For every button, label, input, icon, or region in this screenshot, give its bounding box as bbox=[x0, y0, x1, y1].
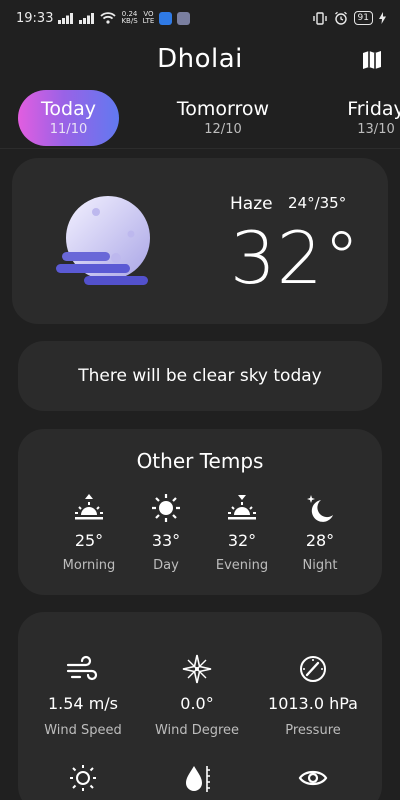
temp-value: 25° bbox=[74, 531, 104, 550]
detail-visibility bbox=[252, 764, 374, 792]
tab-friday[interactable]: Friday 13/10 bbox=[336, 90, 400, 146]
data-rate: 0.24 KB/S bbox=[121, 10, 138, 25]
other-temps-title: Other Temps bbox=[136, 449, 264, 473]
tab-date: 11/10 bbox=[49, 122, 88, 137]
detail-label: Wind Degree bbox=[154, 723, 240, 738]
temp-label: Night bbox=[302, 558, 338, 573]
tab-tomorrow[interactable]: Tomorrow 12/10 bbox=[162, 90, 284, 146]
other-temps-card: Other Temps 25° Morning 33° Day 32° Even… bbox=[18, 429, 382, 595]
alarm-icon bbox=[334, 11, 347, 25]
detail-label: Pressure bbox=[285, 723, 341, 738]
wifi-icon bbox=[100, 12, 117, 24]
day-tabs: Today 11/10 Tomorrow 12/10 Friday 13/10 bbox=[0, 90, 400, 146]
detail-wind-speed: 1.54 m/s Wind Speed bbox=[22, 654, 144, 738]
sunset-icon bbox=[228, 495, 256, 520]
condition-label: Haze bbox=[230, 194, 273, 214]
status-bar: 19:33 0.24 KB/S VO LTE 91 bbox=[0, 0, 400, 36]
detail-humidity bbox=[136, 764, 258, 794]
divider bbox=[0, 148, 400, 149]
detail-wind-degree: 0.0° Wind Degree bbox=[136, 654, 258, 738]
compass-rose-icon bbox=[182, 654, 212, 684]
signal-icon bbox=[79, 12, 95, 24]
temp-label: Day bbox=[153, 558, 179, 573]
tab-date: 12/10 bbox=[204, 122, 242, 137]
sun-icon bbox=[70, 765, 96, 791]
humidity-drop-icon bbox=[186, 766, 210, 792]
sun-icon bbox=[152, 494, 180, 522]
temp-night: 28° Night bbox=[278, 493, 362, 573]
temp-range: 24°/35° bbox=[288, 194, 347, 212]
temp-day: 33° Day bbox=[124, 493, 208, 573]
volte-indicator: VO LTE bbox=[142, 10, 155, 25]
temp-value: 28° bbox=[305, 531, 335, 550]
app-notification-icon bbox=[177, 11, 191, 25]
vibrate-icon bbox=[312, 11, 327, 25]
moon-stars-icon bbox=[307, 495, 333, 522]
tab-label: Tomorrow bbox=[176, 98, 270, 120]
temp-evening: 32° Evening bbox=[200, 493, 284, 573]
signal-icon bbox=[58, 12, 74, 24]
weather-description-card: There will be clear sky today bbox=[18, 341, 382, 411]
detail-value: 1.54 m/s bbox=[47, 694, 119, 713]
app-notification-icon bbox=[159, 11, 173, 25]
wind-icon bbox=[66, 655, 98, 681]
battery-indicator: 91 bbox=[353, 11, 373, 25]
charging-bolt-icon bbox=[379, 12, 386, 24]
weather-description: There will be clear sky today bbox=[78, 366, 322, 386]
current-weather-card: Haze 24°/35° 32° bbox=[12, 158, 388, 324]
gauge-icon bbox=[300, 656, 326, 682]
current-temperature: 32° bbox=[230, 216, 361, 300]
temp-label: Evening bbox=[215, 558, 269, 573]
status-time: 19:33 bbox=[16, 10, 54, 26]
detail-sun bbox=[22, 764, 144, 792]
sunrise-icon bbox=[75, 494, 103, 520]
tab-label: Friday bbox=[347, 98, 400, 120]
tab-label: Today bbox=[41, 98, 96, 120]
detail-value: 0.0° bbox=[180, 694, 214, 713]
city-title: Dholai bbox=[157, 44, 243, 74]
tab-date: 13/10 bbox=[357, 122, 395, 137]
map-icon[interactable] bbox=[360, 48, 384, 72]
detail-pressure: 1013.0 hPa Pressure bbox=[252, 654, 374, 738]
detail-label: Wind Speed bbox=[44, 723, 122, 738]
temp-value: 32° bbox=[227, 531, 257, 550]
weather-details-card: 1.54 m/s Wind Speed 0.0° Wind Degree 101… bbox=[18, 612, 382, 800]
tab-today[interactable]: Today 11/10 bbox=[18, 90, 119, 146]
eye-icon bbox=[298, 770, 328, 786]
hazy-moon-icon bbox=[56, 196, 150, 285]
temp-label: Morning bbox=[62, 558, 116, 573]
detail-value: 1013.0 hPa bbox=[268, 694, 358, 713]
temp-value: 33° bbox=[151, 531, 181, 550]
temp-morning: 25° Morning bbox=[47, 493, 131, 573]
